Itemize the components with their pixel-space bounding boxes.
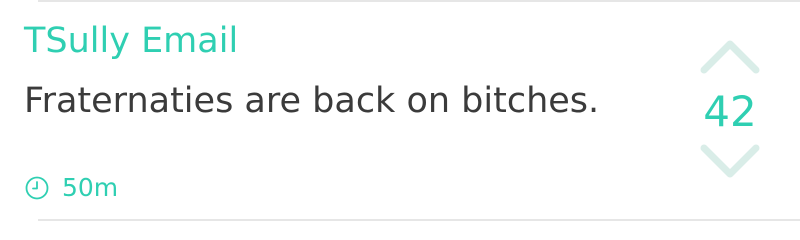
chevron-up-icon[interactable] bbox=[698, 36, 762, 76]
post-message: Fraternaties are back on bitches. bbox=[24, 81, 600, 121]
post-meta: 50m bbox=[24, 168, 118, 208]
post-time: 50m bbox=[62, 173, 119, 202]
clock-icon bbox=[25, 176, 49, 200]
vote-score: 42 bbox=[703, 87, 757, 136]
vote-controls: 42 bbox=[690, 30, 770, 190]
post-author: TSully Email bbox=[24, 21, 239, 61]
chevron-down-icon[interactable] bbox=[698, 142, 762, 182]
post-card[interactable]: TSully Email Fraternaties are back on bi… bbox=[0, 0, 800, 223]
top-divider bbox=[38, 0, 800, 2]
bottom-divider bbox=[38, 219, 800, 221]
